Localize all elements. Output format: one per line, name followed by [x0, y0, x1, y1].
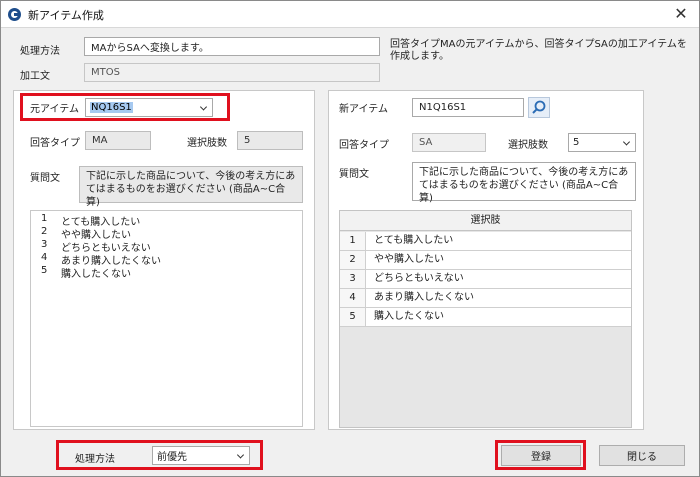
- kakou-label: 加工文: [20, 71, 50, 82]
- source-choice-count-field: 5: [237, 131, 303, 150]
- source-choices-list[interactable]: 1 とても購入したい 2 やや購入したい 3 どちらともいえない 4 あまり購入したくな…: [30, 210, 303, 427]
- new-question-field[interactable]: 下記に示した商品について、今後の考え方にあてはまるものをお選びください (商品A…: [412, 162, 636, 204]
- new-answer-type-field: SA: [412, 133, 486, 152]
- window-title: 新アイテム作成: [28, 9, 104, 22]
- chevron-down-icon: [622, 137, 631, 146]
- search-icon: [532, 100, 546, 114]
- table-row[interactable]: 1 とても購入したい: [340, 232, 631, 251]
- new-choice-count-value: 5: [573, 137, 580, 148]
- source-answer-type-field: MA: [85, 131, 151, 150]
- close-icon[interactable]: ✕: [671, 4, 691, 24]
- table-row[interactable]: 3 どちらともいえない: [340, 270, 631, 289]
- source-choice-count-label: 選択肢数: [187, 138, 227, 149]
- app-logo-icon: [8, 8, 21, 21]
- source-question-text: 下記に示した商品について、今後の考え方にあてはまるものをお選びください (商品A…: [79, 166, 303, 208]
- close-button[interactable]: 閉じる: [599, 445, 685, 466]
- new-item-label: 新アイテム: [339, 104, 388, 115]
- new-choices-grid[interactable]: 選択肢 1 とても購入したい 2 やや購入したい 3 どちらともいえない 4 あまり購入…: [339, 210, 632, 428]
- new-answer-type-label: 回答タイプ: [339, 140, 389, 151]
- method-field[interactable]: MAからSAへ変換します。: [84, 37, 380, 56]
- grid-header: 選択肢: [340, 211, 631, 231]
- new-item-field[interactable]: N1Q16S1: [412, 98, 524, 117]
- search-button[interactable]: [528, 97, 550, 118]
- method-description: 回答タイプMAの元アイテムから、回答タイプSAの加工アイテムを作成します。: [390, 39, 687, 62]
- table-row[interactable]: 4 あまり購入したくない: [340, 289, 631, 308]
- table-row[interactable]: 5 購入したくない: [340, 308, 631, 327]
- method-label: 処理方法: [20, 46, 60, 57]
- kakou-field[interactable]: MTOS: [84, 63, 380, 82]
- new-choice-count-select[interactable]: 5: [568, 133, 636, 152]
- table-row[interactable]: 2 やや購入したい: [340, 251, 631, 270]
- highlight-source-item: [20, 93, 230, 121]
- highlight-footer-method: [56, 440, 263, 470]
- source-answer-type-label: 回答タイプ: [30, 138, 80, 149]
- new-choice-count-label: 選択肢数: [508, 140, 548, 151]
- new-item-dialog: 新アイテム作成 ✕ 処理方法 MAからSAへ変換します。 回答タイプMAの元アイ…: [0, 0, 700, 477]
- new-question-label: 質問文: [339, 169, 369, 180]
- highlight-register: [495, 440, 586, 470]
- source-question-label: 質問文: [30, 173, 60, 184]
- title-bar: 新アイテム作成 ✕: [1, 1, 699, 28]
